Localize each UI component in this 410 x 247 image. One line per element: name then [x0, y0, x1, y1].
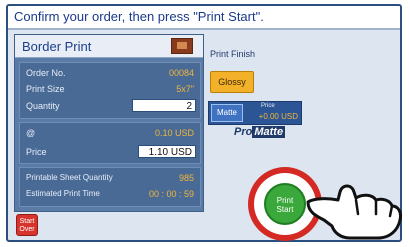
quantity-label: Quantity — [26, 101, 60, 111]
matte-price-value: +0.00 USD — [258, 112, 298, 121]
start-over-line1: Start — [19, 218, 35, 225]
unit-price-label: @ — [26, 128, 36, 138]
instruction-bar: Confirm your order, then press "Print St… — [8, 6, 400, 30]
price-label: Price — [26, 147, 47, 157]
print-finish-label: Print Finish — [210, 49, 256, 59]
print-summary-group: Printable Sheet Quantity 985 Estimated P… — [19, 167, 201, 207]
print-finish-panel: Print Finish Glossy Matte Price +0.00 US… — [208, 46, 302, 146]
panel-title-bar: Border Print — [15, 35, 203, 58]
print-size-value: 5x7" — [176, 84, 194, 94]
matte-option[interactable]: Matte Price +0.00 USD — [208, 101, 302, 125]
pointing-hand-icon — [306, 184, 402, 240]
order-summary-panel: Border Print Order No. 00084 Print Size … — [14, 34, 204, 212]
sheet-quantity-value: 985 — [178, 173, 194, 183]
quantity-field[interactable]: 2 — [132, 99, 196, 112]
print-time-label: Estimated Print Time — [26, 189, 100, 198]
promatte-logo: Pro Matte — [234, 126, 286, 138]
print-size-label: Print Size — [26, 84, 65, 94]
glossy-button[interactable]: Glossy — [210, 71, 254, 93]
unit-price-value: 0.10 USD — [154, 128, 194, 138]
matte-button[interactable]: Matte — [211, 104, 243, 122]
promatte-prefix: Pro — [234, 126, 253, 138]
print-time-value: 00 : 00 : 59 — [148, 189, 194, 199]
order-details-group: Order No. 00084 Print Size 5x7" Quantity… — [19, 62, 201, 119]
print-start-line2: Start — [276, 205, 294, 214]
start-over-button[interactable]: Start Over — [16, 214, 38, 236]
price-field: 1.10 USD — [138, 145, 196, 158]
matte-price-label: Price — [261, 103, 275, 109]
print-start-button[interactable]: Print Start — [264, 183, 306, 225]
sheet-quantity-label: Printable Sheet Quantity — [26, 173, 113, 182]
order-no-value: 00084 — [168, 68, 194, 78]
order-no-label: Order No. — [26, 68, 66, 78]
photo-thumbnail-icon — [171, 38, 193, 54]
pricing-group: @ 0.10 USD Price 1.10 USD — [19, 122, 201, 164]
promatte-suffix: Matte — [252, 126, 286, 138]
start-over-line2: Over — [19, 226, 35, 233]
print-start-line1: Print — [276, 196, 294, 205]
panel-title: Border Print — [22, 39, 92, 54]
instruction-text: Confirm your order, then press "Print St… — [14, 9, 264, 24]
